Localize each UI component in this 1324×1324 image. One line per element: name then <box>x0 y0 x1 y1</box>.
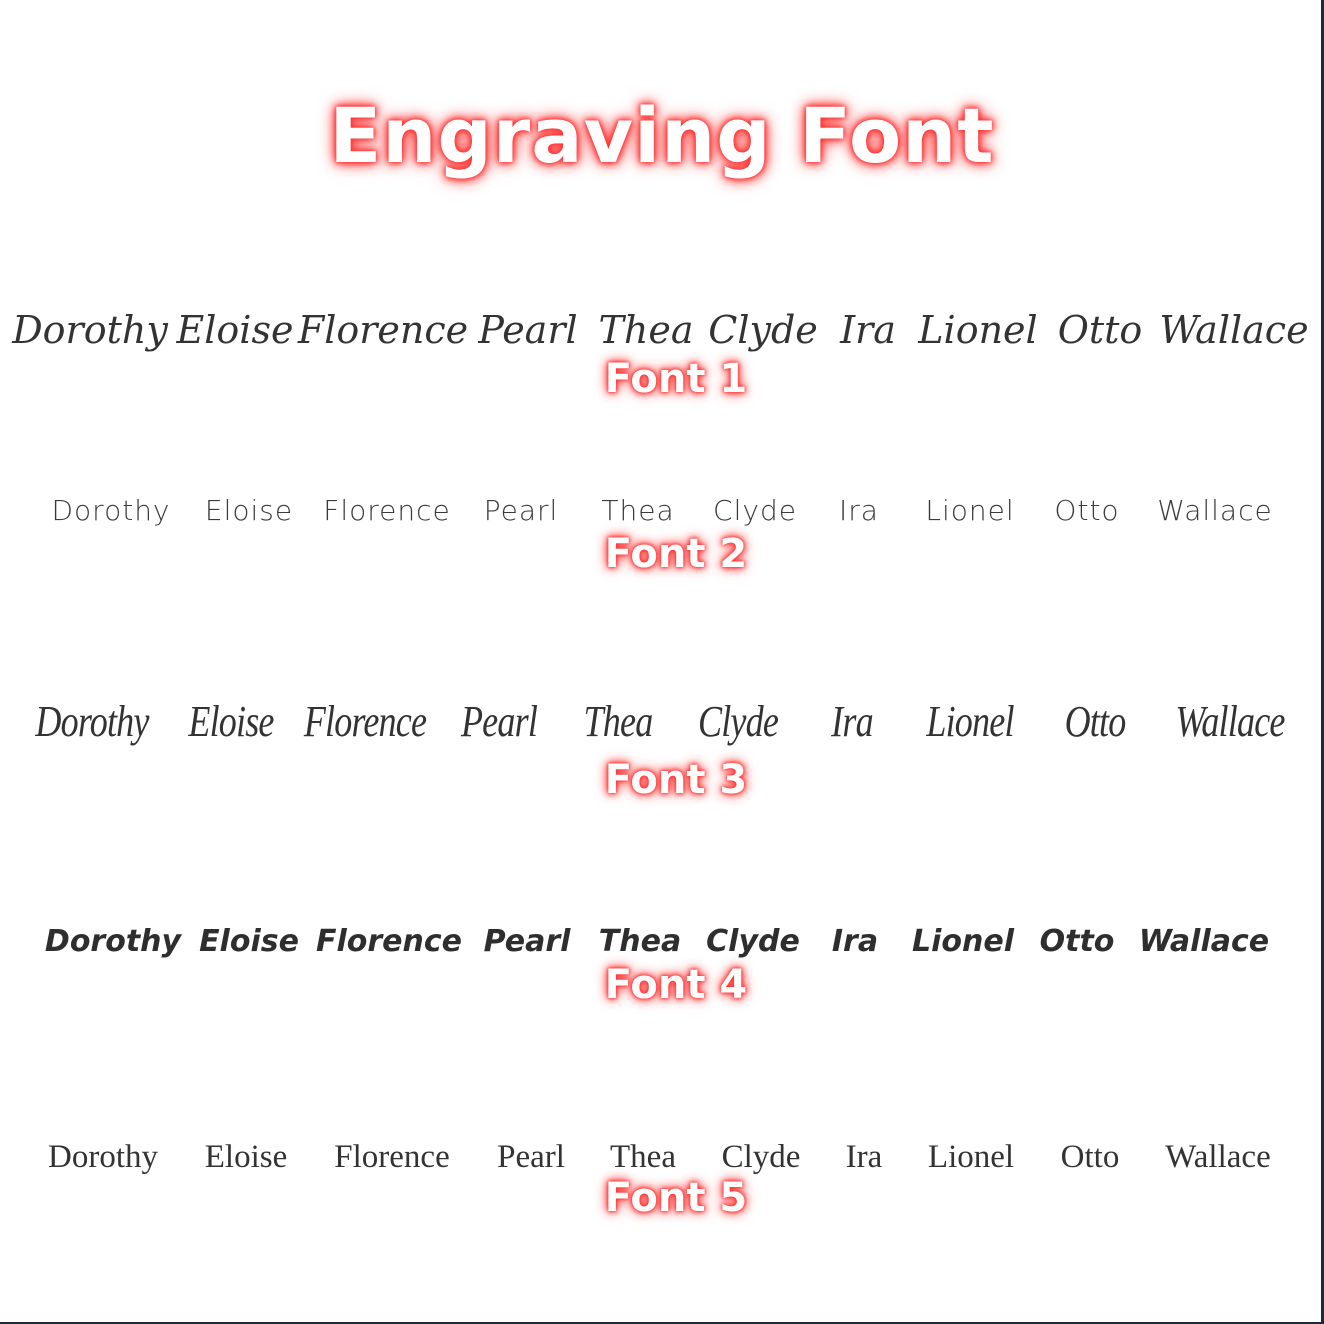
sample-name: Thea <box>583 697 654 746</box>
sample-name: Lionel <box>926 697 1014 746</box>
font-3-label: Font 3 <box>604 757 748 803</box>
sample-name: Wallace <box>1175 697 1285 746</box>
sample-name: Dorothy <box>12 308 168 352</box>
sample-name: Ira <box>840 308 896 352</box>
sample-name: Thea <box>598 308 694 352</box>
sample-name: Clyde <box>708 308 818 352</box>
sample-name: Eloise <box>176 308 294 352</box>
sample-name: Pearl <box>460 697 538 746</box>
sample-name: Pearl <box>478 308 578 352</box>
sample-name: Ira <box>831 697 873 746</box>
font-3-sample-row: Dorothy Eloise Florence Pearl Thea Clyde… <box>0 692 1324 762</box>
sample-name: Lionel <box>918 308 1038 352</box>
page-frame: Engraving Font Dorothy Eloise Florence P… <box>0 0 1324 1324</box>
sample-name: Florence <box>297 308 469 352</box>
sample-name: Wallace <box>1159 308 1309 352</box>
font-4-label: Font 4 <box>604 962 748 1008</box>
sample-name: Otto <box>1064 697 1127 746</box>
sample-name: Eloise <box>188 697 274 746</box>
sample-name: Dorothy <box>35 697 149 746</box>
sample-name: Clyde <box>697 697 779 746</box>
page-title: Engraving Font <box>329 91 995 180</box>
font-1-label: Font 1 <box>604 356 748 402</box>
font-2-label: Font 2 <box>604 531 748 577</box>
sample-name: Florence <box>303 697 427 746</box>
font-5-label: Font 5 <box>604 1175 748 1221</box>
sample-name: Otto <box>1057 308 1143 352</box>
